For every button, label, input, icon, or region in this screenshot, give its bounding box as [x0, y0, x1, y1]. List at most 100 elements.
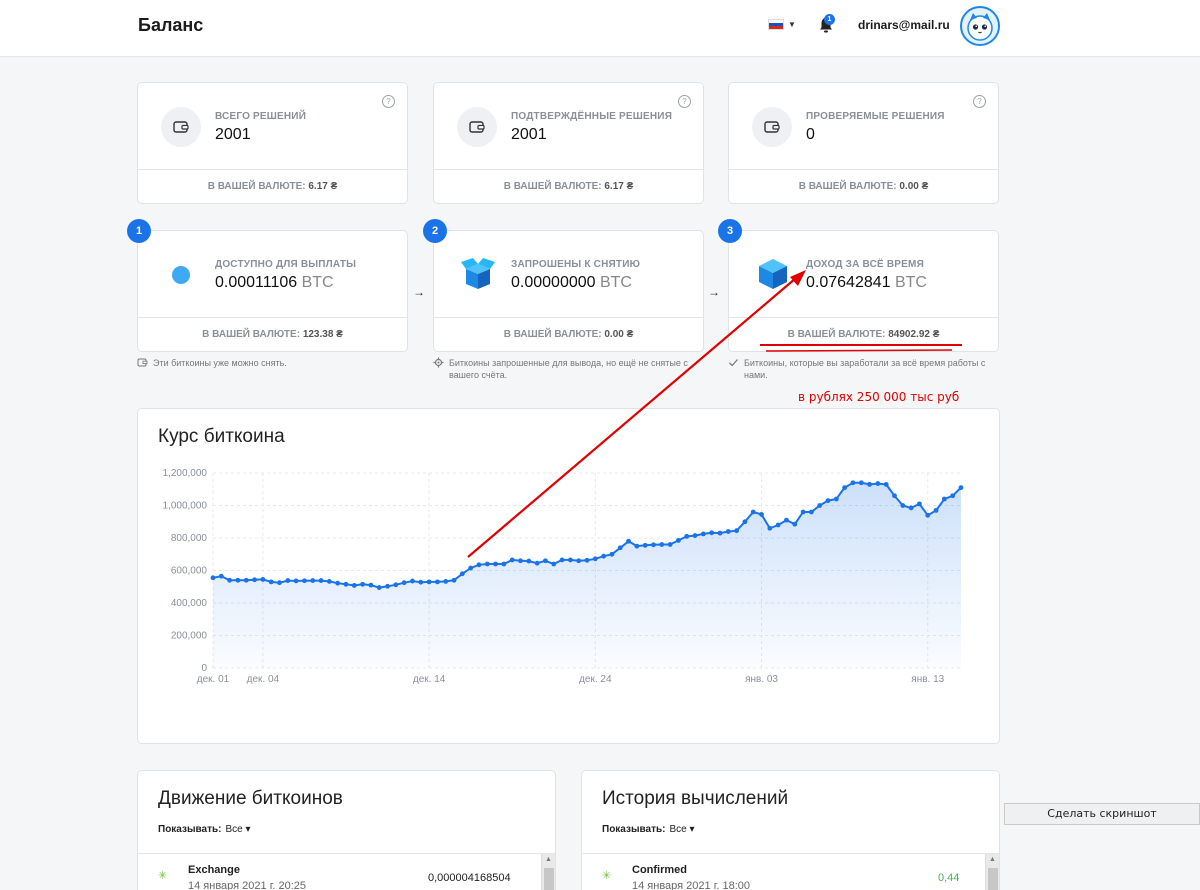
chart-point[interactable]	[526, 558, 532, 564]
chart-point[interactable]	[567, 557, 573, 563]
chart-point[interactable]	[850, 480, 856, 486]
chart-point[interactable]	[343, 581, 349, 587]
chart-point[interactable]	[725, 529, 731, 534]
chart-point[interactable]	[800, 509, 806, 515]
chart-point[interactable]	[592, 556, 598, 562]
chart-point[interactable]	[858, 480, 864, 486]
chart-point[interactable]	[235, 577, 241, 583]
chart-point[interactable]	[385, 583, 390, 589]
scroll-up-icon[interactable]: ▲	[989, 856, 996, 863]
chart-point[interactable]	[360, 581, 365, 587]
scrollbar[interactable]: ▲	[541, 854, 555, 890]
chart-point[interactable]	[543, 558, 548, 564]
chart-point[interactable]	[410, 578, 415, 584]
chart-point[interactable]	[227, 577, 233, 583]
chart-point[interactable]	[759, 512, 764, 517]
chart-point[interactable]	[559, 557, 565, 563]
chart-point[interactable]	[842, 485, 848, 491]
chart-point[interactable]	[268, 579, 274, 585]
chart-point[interactable]	[809, 509, 814, 515]
chart-point[interactable]	[742, 519, 748, 525]
chart-point[interactable]	[676, 538, 681, 543]
chart-point[interactable]	[393, 582, 399, 588]
chart-point[interactable]	[601, 553, 607, 559]
chart-point[interactable]	[310, 578, 316, 583]
chart-point[interactable]	[634, 543, 640, 549]
scrollbar-thumb[interactable]	[988, 868, 998, 890]
scrollbar[interactable]: ▲	[985, 854, 999, 890]
chart-point[interactable]	[692, 533, 698, 538]
chart-point[interactable]	[401, 580, 407, 586]
chart-point[interactable]	[426, 579, 432, 585]
chart-point[interactable]	[892, 493, 897, 499]
table-row[interactable]: ✳ Confirmed 14 января 2021 г. 18:00 0,44	[582, 853, 999, 890]
chart-point[interactable]	[484, 561, 490, 567]
chart-point[interactable]	[651, 542, 656, 548]
chart-point[interactable]	[833, 496, 839, 502]
chart-point[interactable]	[642, 542, 648, 548]
chart-point[interactable]	[368, 582, 374, 588]
chart-point[interactable]	[775, 522, 781, 528]
chart-point[interactable]	[883, 481, 889, 487]
language-selector[interactable]: ▼	[768, 19, 796, 30]
help-icon[interactable]: ?	[973, 95, 986, 108]
scroll-up-icon[interactable]: ▲	[545, 856, 552, 863]
chart-point[interactable]	[376, 585, 382, 590]
chart-point[interactable]	[252, 577, 257, 583]
chart-point[interactable]	[534, 560, 540, 566]
chart-point[interactable]	[584, 557, 590, 563]
chart-point[interactable]	[825, 498, 831, 504]
chart-point[interactable]	[576, 558, 582, 564]
chart-point[interactable]	[551, 561, 557, 567]
chart-point[interactable]	[817, 503, 823, 508]
chart-point[interactable]	[518, 558, 523, 564]
filter-select[interactable]: Все ▾	[225, 824, 250, 835]
chart-point[interactable]	[443, 578, 449, 584]
chart-point[interactable]	[493, 561, 498, 567]
chart-point[interactable]	[908, 505, 914, 511]
user-email[interactable]: drinars@mail.ru	[858, 18, 950, 32]
help-icon[interactable]: ?	[382, 95, 395, 108]
chart-point[interactable]	[260, 577, 266, 582]
chart-point[interactable]	[659, 542, 665, 547]
chart-point[interactable]	[900, 503, 906, 508]
chart-point[interactable]	[684, 533, 690, 539]
chart-point[interactable]	[784, 517, 789, 523]
chart-point[interactable]	[501, 561, 507, 567]
chart-point[interactable]	[335, 580, 341, 586]
avatar[interactable]	[960, 6, 1000, 46]
chart-point[interactable]	[326, 578, 332, 584]
chart-point[interactable]	[717, 530, 723, 536]
chart-point[interactable]	[218, 573, 224, 579]
chart-point[interactable]	[210, 575, 216, 581]
chart-point[interactable]	[933, 507, 939, 513]
chart-point[interactable]	[609, 551, 615, 557]
chart-point[interactable]	[435, 579, 440, 585]
chart-point[interactable]	[243, 577, 249, 583]
chart-point[interactable]	[917, 501, 922, 507]
chart-point[interactable]	[459, 571, 465, 577]
chart-point[interactable]	[750, 509, 756, 515]
chart-point[interactable]	[451, 577, 457, 583]
chart-point[interactable]	[418, 579, 424, 585]
chart-point[interactable]	[958, 485, 964, 491]
chart-point[interactable]	[351, 583, 357, 588]
chart-point[interactable]	[626, 538, 631, 544]
chart-point[interactable]	[617, 545, 623, 551]
chart-point[interactable]	[302, 578, 307, 584]
chart-point[interactable]	[700, 531, 706, 537]
chart-point[interactable]	[709, 530, 715, 536]
chart-point[interactable]	[950, 493, 956, 499]
chart-point[interactable]	[468, 565, 474, 571]
help-icon[interactable]: ?	[678, 95, 691, 108]
chart-point[interactable]	[734, 528, 739, 534]
chart-point[interactable]	[318, 578, 324, 583]
filter-select[interactable]: Все ▾	[669, 824, 694, 835]
chart-point[interactable]	[867, 481, 872, 487]
chart-point[interactable]	[925, 512, 931, 518]
chart-point[interactable]	[509, 557, 515, 563]
chart-point[interactable]	[293, 578, 299, 584]
chart-point[interactable]	[941, 496, 947, 502]
chart-point[interactable]	[875, 481, 881, 486]
chart-point[interactable]	[476, 562, 482, 568]
